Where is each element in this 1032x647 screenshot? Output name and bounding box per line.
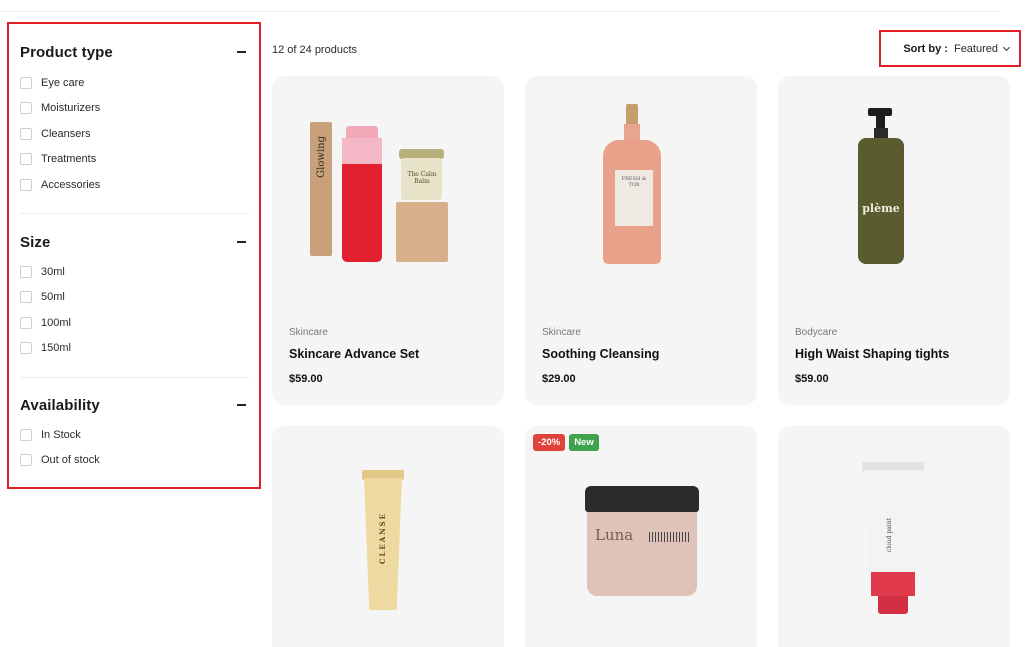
checkbox[interactable] (20, 454, 32, 467)
product-card[interactable]: cloud paint (778, 426, 1010, 647)
checkbox[interactable] (20, 428, 32, 441)
product-image-label: cloud paint (886, 518, 893, 553)
filter-group-size: Size 30ml 50ml 100ml 150ml (20, 214, 249, 378)
product-image: plème (778, 76, 1010, 306)
product-count: 12 of 24 products (272, 44, 358, 56)
product-image-label: Glowing (316, 136, 327, 178)
product-name[interactable]: Skincare Advance Set (289, 347, 492, 361)
filter-option-eye-care[interactable]: Eye care (20, 70, 249, 96)
filter-group-title: Availability (20, 396, 100, 414)
checkbox[interactable] (20, 291, 32, 304)
filter-option-50ml[interactable]: 50ml (20, 285, 249, 311)
filter-option-label: Cleansers (41, 127, 91, 140)
filter-option-label: Out of stock (41, 454, 100, 467)
filter-option-label: Eye care (41, 76, 85, 89)
sort-value: Featured (953, 42, 998, 55)
filter-group-header[interactable]: Size (20, 231, 249, 253)
product-image-label: CLEANSE (378, 512, 387, 565)
product-card[interactable]: CLEANSE (272, 426, 504, 647)
checkbox[interactable] (20, 102, 32, 115)
checkbox[interactable] (20, 178, 32, 191)
product-image: CLEANSE (272, 426, 504, 647)
filter-option-label: 50ml (41, 291, 65, 304)
product-price: $59.00 (795, 373, 829, 385)
filter-option-label: Moisturizers (41, 102, 101, 115)
filter-option-moisturizers[interactable]: Moisturizers (20, 96, 249, 122)
minus-icon[interactable] (237, 241, 246, 243)
checkbox[interactable] (20, 153, 32, 166)
filter-option-out-of-stock[interactable]: Out of stock (20, 448, 249, 474)
filter-option-label: 150ml (41, 342, 71, 355)
filter-group-availability: Availability In Stock Out of stock (20, 378, 249, 473)
filter-option-100ml[interactable]: 100ml (20, 310, 249, 336)
product-price: $59.00 (289, 373, 323, 385)
filter-option-150ml[interactable]: 150ml (20, 336, 249, 362)
product-price: $29.00 (542, 373, 576, 385)
product-card[interactable]: FRESH & TOX Skincare Soothing Cleansing … (525, 76, 757, 405)
filter-sidebar: Product type Eye care Moisturizers Clean… (7, 22, 261, 489)
minus-icon[interactable] (237, 51, 246, 53)
product-image-label: Luna (595, 526, 634, 544)
product-image: FRESH & TOX (525, 76, 757, 306)
filter-option-in-stock[interactable]: In Stock (20, 422, 249, 448)
product-card[interactable]: Glowing The Calm Balm Skincare Skincare … (272, 76, 504, 405)
filter-group-product-type: Product type Eye care Moisturizers Clean… (20, 24, 249, 214)
filter-group-header[interactable]: Product type (20, 41, 249, 63)
sort-dropdown[interactable]: Sort by : Featured (879, 30, 1021, 67)
filter-option-label: In Stock (41, 428, 81, 441)
sort-label: Sort by : (903, 42, 948, 55)
filter-option-30ml[interactable]: 30ml (20, 259, 249, 285)
chevron-down-icon (1002, 43, 1011, 51)
product-image: cloud paint (778, 426, 1010, 647)
filter-group-header[interactable]: Availability (20, 394, 249, 416)
product-name[interactable]: High Waist Shaping tights (795, 347, 998, 361)
filter-group-title: Product type (20, 43, 113, 61)
filter-option-label: Treatments (41, 153, 97, 166)
product-image-label: The Calm Balm (407, 171, 437, 185)
filter-option-cleansers[interactable]: Cleansers (20, 121, 249, 147)
product-image-label: FRESH & TOX (621, 176, 647, 188)
product-info: Skincare Soothing Cleansing $29.00 (542, 327, 745, 385)
product-image-label: plème (862, 202, 900, 215)
filter-option-treatments[interactable]: Treatments (20, 147, 249, 173)
product-info: Skincare Skincare Advance Set $59.00 (289, 327, 492, 385)
filter-option-label: 100ml (41, 316, 71, 329)
checkbox[interactable] (20, 265, 32, 278)
filter-option-label: Accessories (41, 178, 101, 191)
minus-icon[interactable] (237, 404, 246, 406)
product-image: Glowing The Calm Balm (272, 76, 504, 306)
filter-option-label: 30ml (41, 265, 65, 278)
checkbox[interactable] (20, 76, 32, 89)
filter-group-title: Size (20, 233, 51, 251)
product-category: Skincare (289, 327, 328, 338)
checkbox[interactable] (20, 342, 32, 355)
product-info: Bodycare High Waist Shaping tights $59.0… (795, 327, 998, 385)
product-image: Luna (525, 426, 757, 647)
product-card[interactable]: -20% New Luna (525, 426, 757, 647)
checkbox[interactable] (20, 127, 32, 140)
product-card[interactable]: plème Bodycare High Waist Shaping tights… (778, 76, 1010, 405)
checkbox[interactable] (20, 316, 32, 329)
product-category: Bodycare (795, 327, 838, 338)
filter-option-accessories[interactable]: Accessories (20, 172, 249, 198)
product-category: Skincare (542, 327, 581, 338)
header-divider (0, 11, 1000, 12)
product-name[interactable]: Soothing Cleansing (542, 347, 745, 361)
